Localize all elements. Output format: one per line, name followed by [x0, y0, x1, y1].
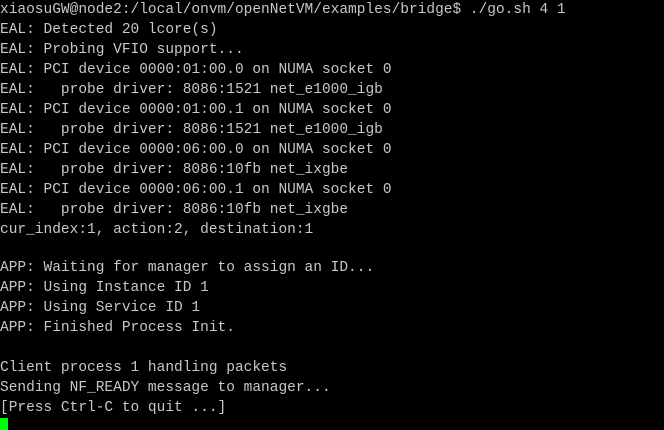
terminal-line: EAL: PCI device 0000:01:00.1 on NUMA soc…	[0, 102, 392, 118]
terminal-line: EAL: Probing VFIO support...	[0, 42, 244, 58]
terminal-line: EAL: Detected 20 lcore(s)	[0, 22, 218, 38]
terminal-line: [Press Ctrl-C to quit ...]	[0, 400, 227, 416]
terminal-line: EAL: PCI device 0000:01:00.0 on NUMA soc…	[0, 62, 392, 78]
terminal-line: EAL: PCI device 0000:06:00.1 on NUMA soc…	[0, 182, 392, 198]
terminal-line: EAL: probe driver: 8086:10fb net_ixgbe	[0, 162, 349, 178]
terminal-line: EAL: probe driver: 8086:1521 net_e1000_i…	[0, 122, 383, 138]
terminal-line: cur_index:1, action:2, destination:1	[0, 222, 314, 238]
terminal-line: EAL: PCI device 0000:06:00.0 on NUMA soc…	[0, 142, 392, 158]
terminal-line: APP: Using Service ID 1	[0, 300, 201, 316]
terminal-line: APP: Using Instance ID 1	[0, 280, 209, 296]
terminal-line: EAL: probe driver: 8086:1521 net_e1000_i…	[0, 82, 383, 98]
terminal-line: xiaosuGW@node2:/local/onvm/openNetVM/exa…	[0, 2, 566, 18]
terminal-window[interactable]: xiaosuGW@node2:/local/onvm/openNetVM/exa…	[0, 0, 664, 430]
terminal-line: APP: Waiting for manager to assign an ID…	[0, 260, 375, 276]
terminal-line: APP: Finished Process Init.	[0, 320, 235, 336]
terminal-line: Sending NF_READY message to manager...	[0, 380, 331, 396]
terminal-line: EAL: probe driver: 8086:10fb net_ixgbe	[0, 202, 349, 218]
terminal-cursor	[0, 418, 8, 430]
terminal-line: Client process 1 handling packets	[0, 360, 288, 376]
